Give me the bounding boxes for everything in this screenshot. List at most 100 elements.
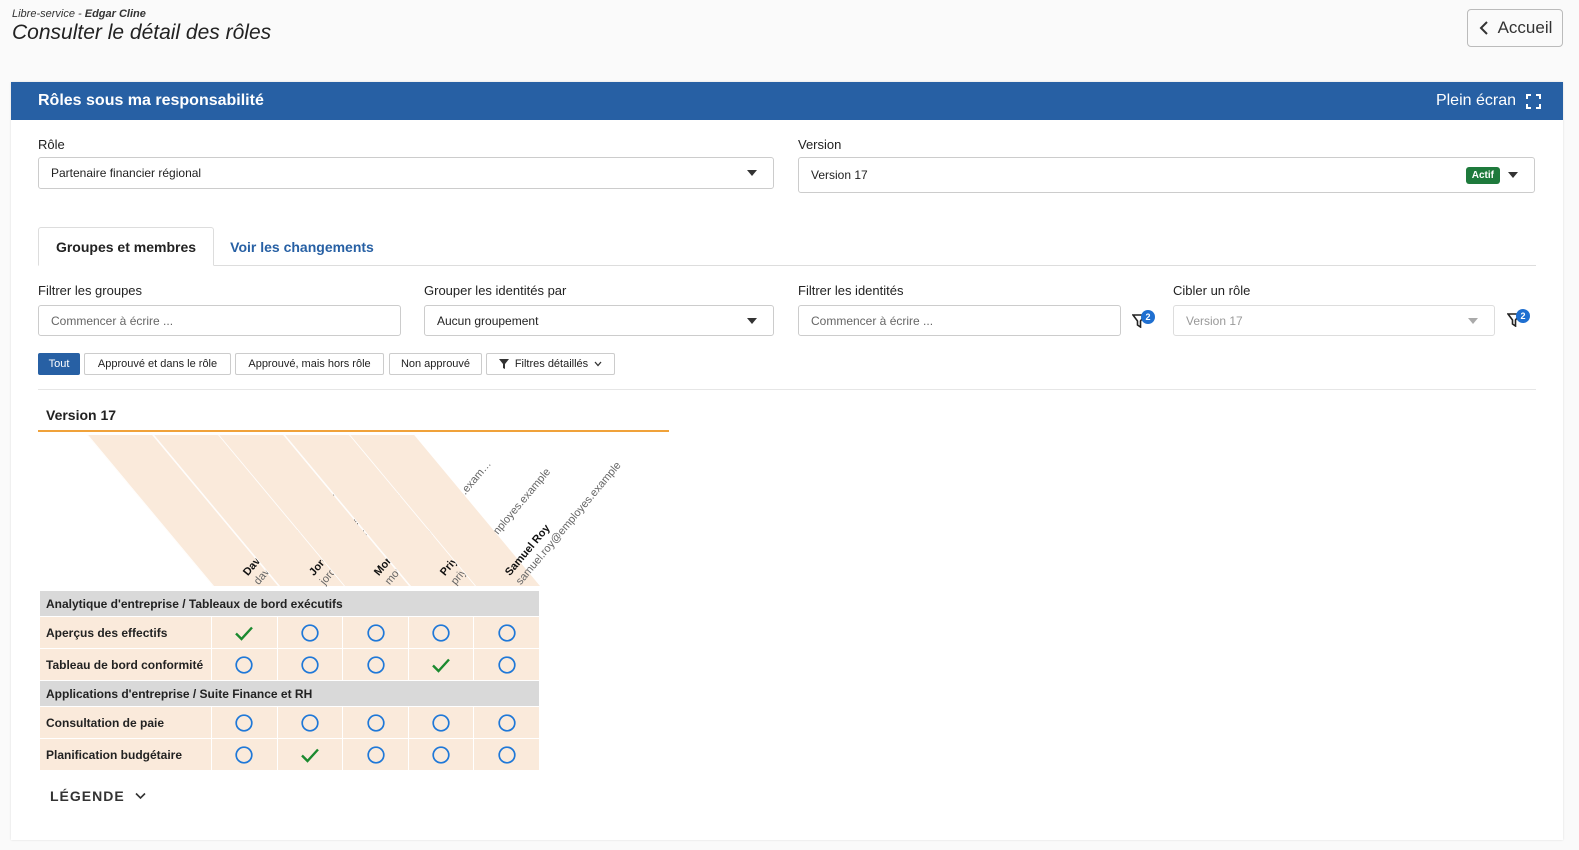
check-icon bbox=[235, 626, 254, 641]
group-header: Analytique d'entreprise / Tableaux de bo… bbox=[40, 591, 539, 616]
tab-view-changes[interactable]: Voir les changements bbox=[218, 227, 386, 266]
circle-icon bbox=[366, 745, 385, 764]
row-label: Consultation de paie bbox=[40, 707, 211, 738]
target-role-select[interactable]: Version 17 bbox=[1173, 305, 1495, 336]
cell-approved[interactable] bbox=[277, 739, 343, 770]
circle-icon bbox=[301, 655, 319, 674]
circle-icon bbox=[498, 745, 516, 764]
tab-bar: Groupes et membres Voir les changements bbox=[38, 227, 1536, 266]
filter-groups-input[interactable]: Commencer à écrire ... bbox=[38, 305, 401, 336]
chip-all[interactable]: Tout bbox=[38, 353, 80, 375]
chip-approved-out-of-role[interactable]: Approuvé, mais hors rôle bbox=[235, 353, 384, 375]
tab-groups-members[interactable]: Groupes et membres bbox=[38, 227, 214, 266]
person-name: Samuel Roy bbox=[503, 522, 554, 579]
cell-not-approved[interactable] bbox=[211, 707, 277, 738]
chip-not-approved[interactable]: Non approuvé bbox=[389, 353, 482, 375]
breadcrumb-prefix: Libre-service - bbox=[12, 8, 85, 20]
filter-icon bbox=[498, 359, 509, 369]
cell-not-approved[interactable] bbox=[211, 739, 277, 770]
circle-icon bbox=[301, 713, 319, 732]
cell-not-approved[interactable] bbox=[277, 649, 343, 680]
person-email: samuel.roy@employes.example bbox=[514, 459, 625, 588]
target-role-filter-button[interactable]: 2 bbox=[1507, 309, 1530, 331]
cell-not-approved[interactable] bbox=[474, 649, 540, 680]
filter-identities-label: Filtrer les identités bbox=[798, 283, 904, 298]
cell-not-approved[interactable] bbox=[211, 649, 277, 680]
breadcrumb: Libre-service - Edgar Cline bbox=[12, 8, 271, 20]
cell-not-approved[interactable] bbox=[343, 739, 408, 770]
target-role-label: Cibler un rôle bbox=[1173, 283, 1251, 298]
table-row: Consultation de paie bbox=[40, 707, 540, 738]
filter-groups-label: Filtrer les groupes bbox=[38, 283, 143, 298]
check-icon bbox=[432, 658, 450, 673]
cell-not-approved[interactable] bbox=[408, 739, 474, 770]
identities-filter-button[interactable]: 2 bbox=[1132, 310, 1155, 332]
caret-down-icon bbox=[747, 317, 757, 324]
circle-icon bbox=[432, 745, 450, 764]
cell-not-approved[interactable] bbox=[277, 707, 343, 738]
fullscreen-label: Plein écran bbox=[1435, 92, 1516, 109]
roles-panel: Rôles sous ma responsabilité Plein écran… bbox=[11, 82, 1563, 840]
membership-matrix: Analytique d'entreprise / Tableaux de bo… bbox=[40, 591, 540, 771]
row-label: Planification budgétaire bbox=[40, 739, 211, 770]
cell-not-approved[interactable] bbox=[343, 707, 408, 738]
group-by-select[interactable]: Aucun groupement bbox=[424, 305, 774, 336]
legend-toggle[interactable]: LÉGENDE bbox=[50, 788, 146, 804]
group-by-label: Grouper les identités par bbox=[424, 283, 567, 298]
circle-icon bbox=[235, 713, 253, 732]
matrix-version-title: Version 17 bbox=[46, 407, 117, 423]
panel-header: Rôles sous ma responsabilité Plein écran bbox=[11, 82, 1563, 120]
cell-not-approved[interactable] bbox=[408, 617, 474, 648]
chevron-down-icon bbox=[594, 361, 602, 367]
table-row: Aperçus des effectifs bbox=[40, 617, 540, 648]
panel-title: Rôles sous ma responsabilité bbox=[38, 92, 264, 109]
circle-icon bbox=[366, 713, 385, 732]
circle-icon bbox=[366, 655, 385, 674]
target-role-value: Version 17 bbox=[1186, 313, 1243, 328]
role-select[interactable]: Partenaire financier régional bbox=[38, 157, 774, 189]
column-header-label: Samuel Roy samuel.roy@employes.example bbox=[503, 417, 653, 588]
table-row: Tableau de bord conformité bbox=[40, 649, 540, 680]
page-title: Consulter le détail des rôles bbox=[12, 21, 272, 44]
legend-label: LÉGENDE bbox=[50, 788, 125, 804]
group-header: Applications d'entreprise / Suite Financ… bbox=[40, 681, 539, 706]
home-button[interactable]: Accueil bbox=[1467, 9, 1563, 47]
chip-detailed-filters[interactable]: Filtres détaillés bbox=[486, 353, 615, 375]
version-select-value: Version 17 bbox=[811, 168, 868, 182]
cell-not-approved[interactable] bbox=[474, 707, 540, 738]
circle-icon bbox=[498, 713, 516, 732]
filter-identities-input[interactable]: Commencer à écrire ... bbox=[798, 305, 1121, 336]
chevron-left-icon bbox=[1479, 21, 1488, 35]
circle-icon bbox=[498, 655, 516, 674]
circle-icon bbox=[432, 623, 450, 642]
table-row: Planification budgétaire bbox=[40, 739, 540, 770]
separator bbox=[38, 389, 1536, 390]
circle-icon bbox=[366, 623, 385, 642]
version-label: Version bbox=[798, 137, 842, 152]
circle-icon bbox=[235, 655, 253, 674]
cell-approved[interactable] bbox=[211, 617, 277, 648]
fullscreen-button[interactable]: Plein écran bbox=[1436, 92, 1541, 110]
check-icon bbox=[301, 748, 319, 763]
cell-approved[interactable] bbox=[408, 649, 474, 680]
cell-not-approved[interactable] bbox=[343, 649, 408, 680]
row-label: Tableau de bord conformité bbox=[40, 649, 211, 680]
cell-not-approved[interactable] bbox=[277, 617, 343, 648]
matrix-version-underline bbox=[38, 430, 669, 432]
chip-approved-in-role[interactable]: Approuvé et dans le rôle bbox=[84, 353, 231, 375]
filter-count-badge: 2 bbox=[1141, 310, 1155, 324]
role-label: Rôle bbox=[38, 137, 65, 152]
cell-not-approved[interactable] bbox=[474, 739, 540, 770]
cell-not-approved[interactable] bbox=[343, 617, 408, 648]
caret-down-icon bbox=[747, 170, 757, 176]
caret-down-icon bbox=[1508, 172, 1518, 178]
breadcrumb-user: Edgar Cline bbox=[84, 8, 146, 20]
cell-not-approved[interactable] bbox=[408, 707, 474, 738]
cell-not-approved[interactable] bbox=[474, 617, 540, 648]
version-select[interactable]: Version 17 Actif bbox=[798, 157, 1535, 193]
circle-icon bbox=[432, 713, 450, 732]
chip-detailed-filters-label: Filtres détaillés bbox=[514, 358, 589, 370]
row-label: Aperçus des effectifs bbox=[40, 617, 211, 648]
filter-count-badge: 2 bbox=[1516, 309, 1530, 323]
status-badge: Actif bbox=[1465, 167, 1500, 184]
